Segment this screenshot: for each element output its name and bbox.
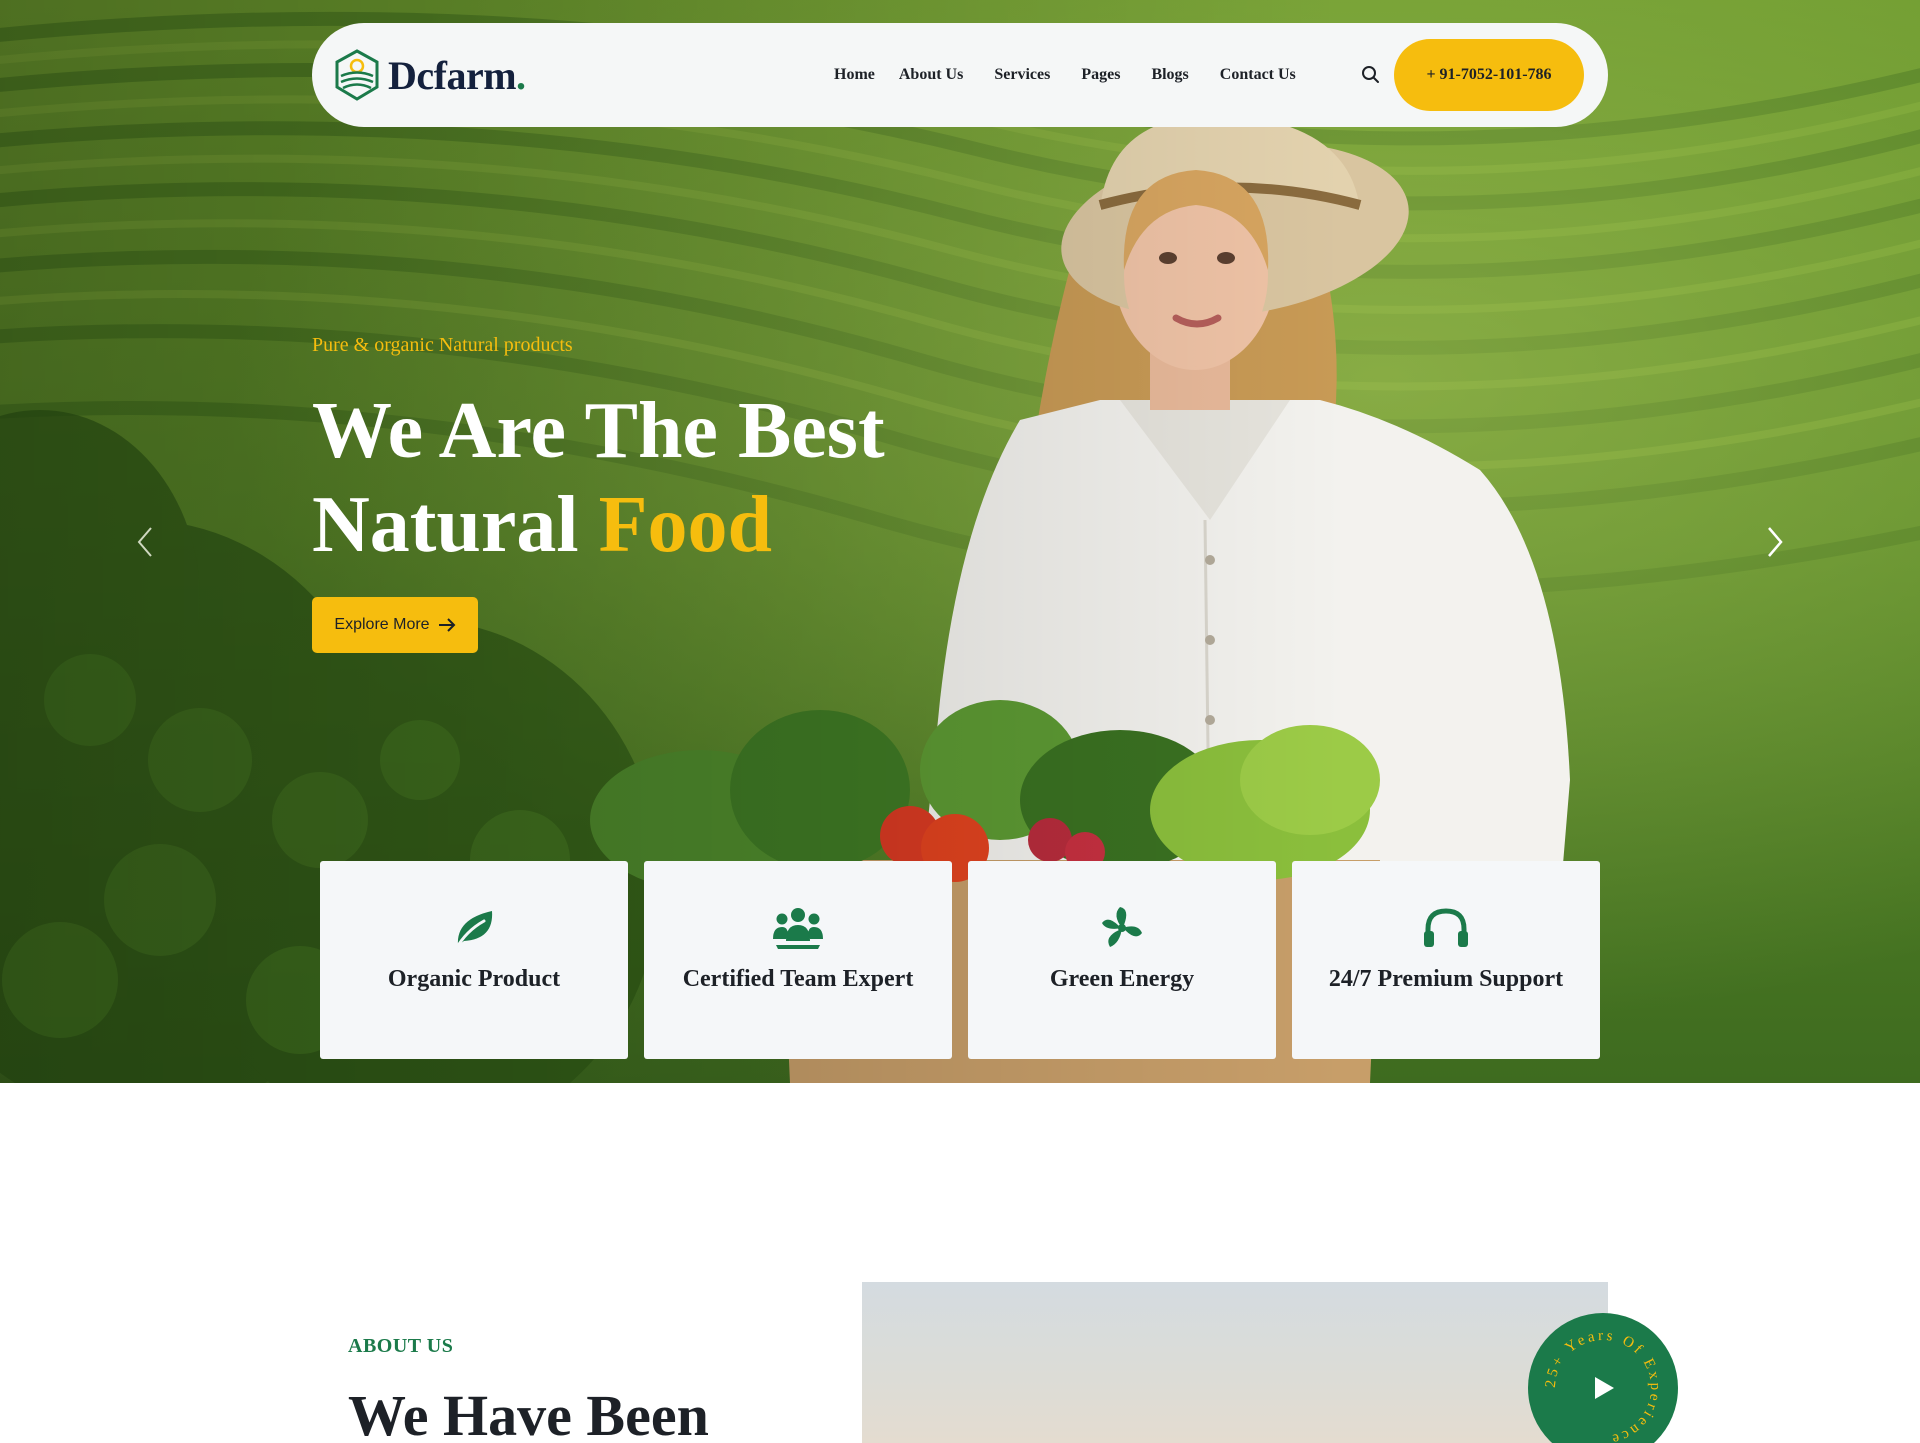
slider-prev-arrow-icon[interactable] <box>131 524 161 560</box>
logo[interactable]: Dcfarm. <box>334 49 526 101</box>
hero-title: We Are The Best Natural Food <box>312 384 885 572</box>
hero-section <box>0 0 1920 1083</box>
search-icon[interactable] <box>1359 63 1383 87</box>
brand-dot: . <box>516 52 526 98</box>
headphones-icon <box>1424 908 1468 947</box>
feature-label: Green Energy <box>1049 966 1195 992</box>
feature-card-organic-product: Organic Product <box>320 861 628 1059</box>
nav-blogs[interactable]: Blogs <box>1151 66 1188 84</box>
hero-subtitle: Pure & organic Natural products <box>312 334 573 356</box>
video-play-badge[interactable]: 25+ Years Of Experience <box>1528 1313 1678 1443</box>
about-eyebrow: ABOUT US <box>348 1335 454 1357</box>
explore-more-button[interactable]: Explore More <box>312 597 478 653</box>
feature-card-green-energy: Green Energy <box>968 861 1276 1059</box>
hero-overlay <box>0 0 1920 1083</box>
nav-home[interactable]: Home <box>834 66 875 84</box>
feature-label: Certified Team Expert <box>682 966 914 992</box>
hero-title-line1: We Are The Best <box>312 387 885 475</box>
main-nav: Home About Us Services Pages Blogs Conta… <box>834 23 1327 127</box>
about-image <box>862 1282 1608 1443</box>
feature-label: Organic Product <box>387 966 561 992</box>
logo-icon <box>335 49 379 101</box>
nav-pages[interactable]: Pages <box>1081 66 1120 84</box>
team-icon <box>773 908 823 949</box>
feature-label: 24/7 Premium Support <box>1328 966 1564 992</box>
brand-name: Dcfarm. <box>388 52 526 98</box>
nav-about-us[interactable]: About Us <box>899 66 963 84</box>
nav-contact-us[interactable]: Contact Us <box>1220 66 1296 84</box>
nav-services[interactable]: Services <box>994 66 1050 84</box>
phone-button[interactable]: + 91-7052-101-786 <box>1394 39 1584 111</box>
about-title: We Have Been <box>348 1383 709 1443</box>
arrow-right-icon <box>438 618 455 632</box>
feature-card-certified-team-expert: Certified Team Expert <box>644 861 952 1059</box>
fan-icon <box>1102 907 1142 947</box>
leaf-icon <box>454 911 493 951</box>
feature-card-premium-support: 24/7 Premium Support <box>1292 861 1600 1059</box>
navbar: Dcfarm. Home About Us Services Pages Blo… <box>312 23 1608 127</box>
explore-more-label: Explore More <box>334 616 430 633</box>
slider-next-arrow-icon[interactable] <box>1759 524 1789 560</box>
hero-title-line2: Natural <box>312 481 579 569</box>
hero-title-accent: Food <box>598 481 772 569</box>
